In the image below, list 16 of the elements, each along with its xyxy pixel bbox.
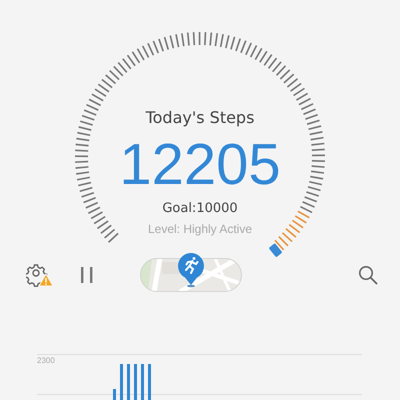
chart-bar [141,364,144,400]
goal-text: Goal:10000 [162,200,238,218]
activity-level-text: Level: Highly Active [148,221,252,238]
chart-bar [120,364,123,400]
gridline-label: 2300 [37,356,55,365]
pause-icon[interactable] [80,267,94,283]
chart-bar [134,364,137,400]
chart-bar [148,364,151,400]
chart-bar [113,389,116,400]
dial-title: Today's Steps [146,107,254,129]
chart-bar [127,364,130,400]
running-pin-icon[interactable] [177,252,205,288]
step-count: 12205 [119,132,281,198]
progress-marker [268,243,282,258]
settings-warning-icon[interactable] [26,263,54,287]
search-icon[interactable] [358,265,378,285]
